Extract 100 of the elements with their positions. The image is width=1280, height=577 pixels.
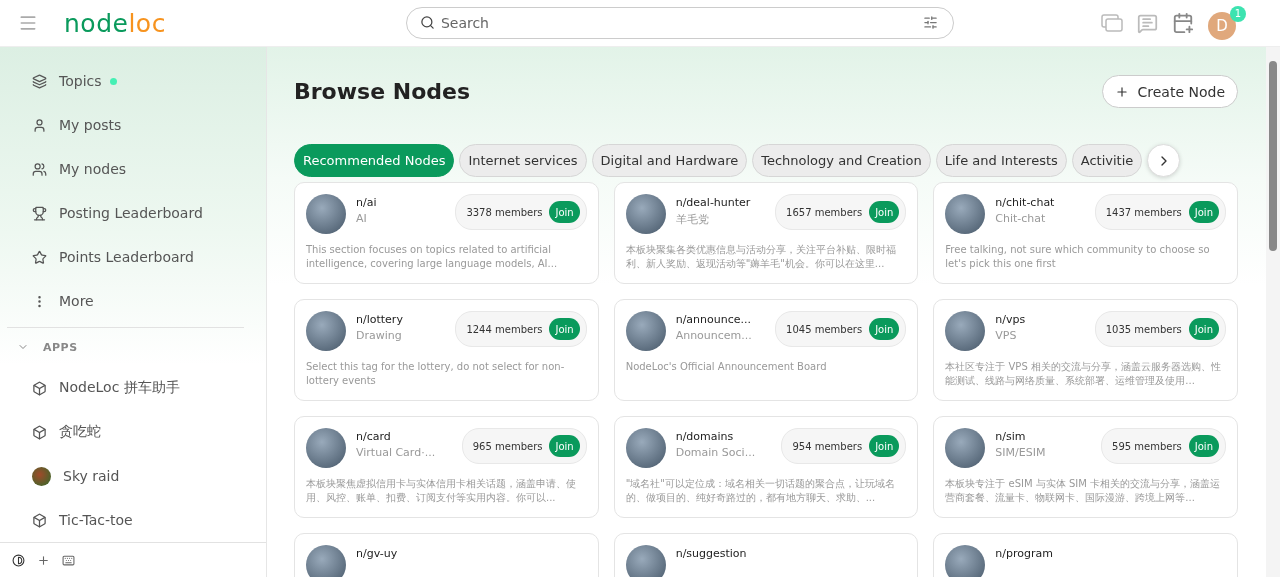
member-count: 954 members xyxy=(792,440,863,452)
search-icon xyxy=(419,15,435,30)
create-node-button[interactable]: Create Node xyxy=(1102,75,1238,108)
member-count: 1045 members xyxy=(786,323,863,335)
join-button[interactable]: Join xyxy=(549,201,580,223)
node-subtitle: Virtual Card·... xyxy=(356,446,437,459)
node-card[interactable]: n/gv-uy xyxy=(294,533,599,577)
member-count: 595 members xyxy=(1112,440,1182,452)
category-tab[interactable]: Internet services xyxy=(459,144,587,177)
sidebar-item[interactable]: My nodes xyxy=(7,147,244,191)
join-button[interactable]: Join xyxy=(549,318,580,340)
node-name: n/announce... xyxy=(675,313,752,326)
node-card[interactable]: n/program xyxy=(933,533,1238,577)
join-button[interactable]: Join xyxy=(1188,318,1219,340)
sidebar-item[interactable]: Points Leaderboard xyxy=(7,235,244,279)
app-item[interactable]: Tic-Tac-toe xyxy=(7,498,244,542)
star-icon xyxy=(32,249,47,265)
node-logo xyxy=(945,545,986,577)
trophy-icon xyxy=(32,205,47,221)
app-item[interactable]: 贪吃蛇 xyxy=(7,410,244,454)
category-tab[interactable]: Digital and Hardware xyxy=(591,144,748,177)
node-card[interactable]: n/sim SIM/ESIM 595 members Join 本板块专注于 eSIM 与实体 SIM 卡相关的交流与分享，涵盖运营商套餐、流量卡、物联网卡、国际漫游、跨境上网等... xyxy=(933,416,1238,518)
node-name: n/vps xyxy=(995,313,1027,326)
node-description: This section focuses on topics related to artificial intelligence, covering large language models, AI... xyxy=(306,243,559,271)
node-name: n/suggestion xyxy=(675,547,748,560)
scrollbar[interactable] xyxy=(1266,47,1280,577)
filter-icon[interactable] xyxy=(922,15,938,30)
node-description: 本社区专注于 VPS 相关的交流与分享，涵盖云服务器选购、性能测试、线路与网络质量、系统部署、运维管理及使用... xyxy=(945,360,1222,388)
theme-icon[interactable] xyxy=(12,553,25,567)
node-subtitle: VPS xyxy=(995,329,1018,342)
node-card[interactable]: n/domains Domain Soci... 954 members Join "域名社"可以定位成：域名相关一切话题的聚合点，让玩域名的、做项目的、纯好奇路过的，都有地方聊天、求助、... xyxy=(613,416,919,518)
node-name: n/chit-chat xyxy=(995,196,1056,209)
sidebar-item[interactable]: Topics xyxy=(7,59,244,103)
chat-icon[interactable] xyxy=(1137,12,1158,34)
sidebar-item[interactable]: Posting Leaderboard xyxy=(7,191,244,235)
app-thumbnail xyxy=(32,466,51,486)
node-subtitle: SIM/ESIM xyxy=(995,446,1047,459)
node-logo xyxy=(306,311,346,351)
plus-icon[interactable] xyxy=(37,553,50,567)
apps-section-header[interactable]: APPS xyxy=(7,328,244,366)
category-tab[interactable]: Technology and Creation xyxy=(752,144,931,177)
join-button[interactable]: Join xyxy=(869,201,900,223)
node-card[interactable]: n/lottery Drawing 1244 members Join Select this tag for the lottery, do not select for non-lottery events xyxy=(294,299,599,401)
join-button[interactable]: Join xyxy=(869,435,900,457)
node-description: 本板块聚集各类优惠信息与活动分享，关注平台补贴、限时福利、新人奖励、返现活动等"薅羊毛"机会。你可以在这里... xyxy=(625,243,897,271)
ad-icon[interactable] xyxy=(1101,13,1123,33)
node-description: 本板块聚焦虚拟信用卡与实体信用卡相关话题，涵盖申请、使用、风控、账单、扣费、订阅支付等实用内容。你可以... xyxy=(306,477,577,505)
node-card[interactable]: n/ai AI 3378 members Join This section focuses on topics related to artificial intelligence, covering large language models, AI... xyxy=(294,182,599,284)
join-button[interactable]: Join xyxy=(869,318,900,340)
member-count: 1437 members xyxy=(1105,206,1182,218)
category-tab[interactable]: Life and Interests xyxy=(935,144,1067,177)
node-card[interactable]: n/chit-chat Chit-chat 1437 members Join Free talking, not sure which community to choose so let's pick this one first xyxy=(933,182,1238,284)
node-name: n/domains xyxy=(675,430,735,443)
node-card[interactable]: n/announce... Announcem... 1045 members Join NodeLoc's Official Announcement Board xyxy=(613,299,919,401)
join-button[interactable]: Join xyxy=(549,435,580,457)
sidebar-item[interactable]: More xyxy=(7,279,244,323)
node-card[interactable]: n/suggestion xyxy=(613,533,919,577)
category-tab[interactable]: Activitie xyxy=(1071,144,1143,177)
scroll-right-button[interactable] xyxy=(1147,144,1181,177)
node-description: Free talking, not sure which community to choose so let's pick this one first xyxy=(945,243,1211,271)
node-subtitle: Domain Soci... xyxy=(675,446,757,459)
member-count: 3378 members xyxy=(466,206,543,218)
node-logo xyxy=(625,545,666,577)
category-tab[interactable]: Recommended Nodes xyxy=(294,144,455,177)
node-logo xyxy=(306,545,346,577)
node-logo xyxy=(625,194,666,234)
cube-icon xyxy=(32,512,47,528)
node-card[interactable]: n/deal-hunter 羊毛党 1657 members Join 本板块聚集各类优惠信息与活动分享，关注平台补贴、限时福利、新人奖励、返现活动等"薅羊毛"机会。你可以在这里... xyxy=(613,182,919,284)
site-logo[interactable]: nodeloc xyxy=(64,8,166,38)
layers-icon xyxy=(32,73,47,89)
node-logo xyxy=(945,311,986,351)
node-subtitle: Chit-chat xyxy=(995,212,1047,225)
node-name: n/card xyxy=(356,430,392,443)
node-logo xyxy=(625,428,666,468)
member-count: 1035 members xyxy=(1105,323,1182,335)
node-subtitle: Drawing xyxy=(356,329,403,342)
keyboard-icon[interactable] xyxy=(62,553,75,567)
node-name: n/ai xyxy=(356,196,378,209)
node-subtitle: AI xyxy=(356,212,368,225)
menu-icon[interactable] xyxy=(18,13,38,33)
app-item[interactable]: Sky raid xyxy=(7,454,244,498)
node-logo xyxy=(945,428,986,468)
node-name: n/sim xyxy=(995,430,1027,443)
node-logo xyxy=(945,194,986,234)
node-name: n/program xyxy=(995,547,1054,560)
cube-icon xyxy=(32,424,47,440)
page-title: Browse Nodes xyxy=(294,79,471,104)
member-count: 1657 members xyxy=(786,206,863,218)
join-button[interactable]: Join xyxy=(1188,201,1219,223)
node-card[interactable]: n/vps VPS 1035 members Join 本社区专注于 VPS 相关的交流与分享，涵盖云服务器选购、性能测试、线路与网络质量、系统部署、运维管理及使用... xyxy=(933,299,1238,401)
join-button[interactable]: Join xyxy=(1188,435,1219,457)
node-name: n/gv-uy xyxy=(356,547,399,560)
notification-badge: 1 xyxy=(1230,6,1246,22)
cube-icon xyxy=(32,380,47,396)
node-subtitle: 羊毛党 xyxy=(675,212,710,227)
calendar-icon[interactable] xyxy=(1172,12,1194,34)
search-field[interactable]: Search xyxy=(405,7,954,39)
node-card[interactable]: n/card Virtual Card·... 965 members Join 本板块聚焦虚拟信用卡与实体信用卡相关话题，涵盖申请、使用、风控、账单、扣费、订阅支付等实用内容。你可以... xyxy=(294,416,599,518)
app-item[interactable]: NodeLoc 拼车助手 xyxy=(7,366,244,410)
sidebar-item[interactable]: My posts xyxy=(7,103,244,147)
